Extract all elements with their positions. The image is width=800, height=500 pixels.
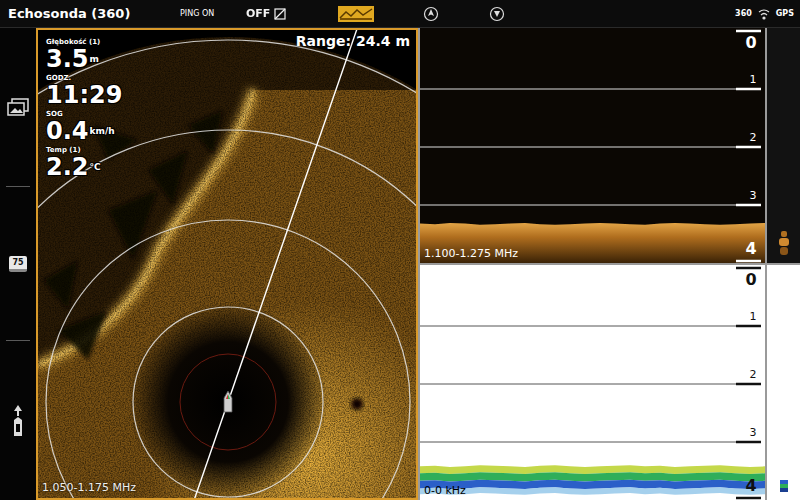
sidebar-divider: [6, 340, 30, 341]
readout-unit: km/h: [90, 126, 115, 136]
contrast-icon: [274, 8, 286, 20]
ping-status[interactable]: PING ON: [180, 9, 246, 18]
readout: Głębokość (1)3.5m: [46, 38, 122, 72]
echogram-column: 0 1 2 3 4 1.100-1.275 MHz 0 1 2 3 4 0-0 kHz: [418, 28, 800, 500]
sonar-icon: [757, 7, 771, 21]
echogram-panel: 0 1 2 3 4 0-0 kHz: [420, 265, 800, 500]
svg-text:0: 0: [745, 270, 756, 289]
svg-text:0: 0: [745, 33, 756, 52]
readout-label: SOG: [46, 110, 122, 118]
echogram-chart: 0 1 2 3 4 1.100-1.275 MHz: [420, 28, 765, 263]
boat-icon: [224, 391, 232, 412]
window-title: Echosonda (360): [8, 6, 180, 21]
frequency-label: 1.050-1.175 MHz: [42, 481, 136, 494]
readout: Temp (1)2.2°C: [46, 146, 122, 180]
svg-text:3: 3: [750, 189, 757, 202]
sidebar-divider: [6, 186, 30, 187]
readout-value: 2.2°C: [46, 154, 122, 180]
depth-tick: 1: [420, 73, 761, 89]
echogram-plot: 0 1 2 3 4 1.100-1.275 MHz: [420, 28, 765, 263]
depth-tick: 4: [736, 239, 761, 261]
readout-unit: m: [90, 54, 99, 64]
depth-tick: 3: [420, 426, 761, 442]
sonar-screen: Echosonda (360)PING ONOFF 360 GPS 75 Głęboko…: [0, 0, 800, 500]
readout-label: Głębokość (1): [46, 38, 122, 46]
sonar-360-panel: Głębokość (1)3.5mGODZ.11:29SOG0.4km/hTem…: [36, 28, 418, 500]
svg-text:3: 3: [750, 426, 757, 439]
signal-bar-icon: [778, 464, 790, 494]
boat-view-icon[interactable]: [10, 404, 26, 438]
sweep-line: [83, 30, 373, 498]
readout: GODZ.11:29: [46, 74, 122, 108]
range-label: Range: 24.4 m: [296, 33, 410, 49]
range-rings: [38, 40, 416, 498]
bottom-return: [420, 223, 765, 263]
sidebar-item[interactable]: 75: [0, 187, 36, 340]
bottom-return: [420, 465, 765, 495]
readouts: Głębokość (1)3.5mGODZ.11:29SOG0.4km/hTem…: [46, 38, 122, 180]
heading-icon[interactable]: [423, 6, 439, 22]
signal-strip: [767, 28, 800, 263]
signal-bar-icon: [778, 227, 790, 257]
svg-text:2: 2: [750, 131, 757, 144]
svg-text:4: 4: [745, 239, 756, 258]
status-gps: GPS: [776, 9, 794, 18]
sidebar-item[interactable]: [0, 341, 36, 500]
echogram-chart: 0 1 2 3 4 0-0 kHz: [420, 265, 765, 500]
toggle-button[interactable]: OFF: [246, 7, 314, 20]
readout-label: Temp (1): [46, 146, 122, 154]
readout-unit: °C: [90, 162, 101, 172]
readout-value: 0.4km/h: [46, 118, 122, 144]
depth-tick: 2: [420, 368, 761, 384]
readout-label: GODZ.: [46, 74, 122, 82]
chart-view-icon[interactable]: [338, 6, 374, 22]
status-360: 360: [735, 9, 752, 18]
top-bar: Echosonda (360)PING ONOFF 360 GPS: [0, 0, 800, 28]
readout-value: 3.5m: [46, 46, 122, 72]
waypoint-icon[interactable]: [489, 6, 505, 22]
svg-text:1: 1: [750, 73, 757, 86]
readout-value: 11:29: [46, 82, 122, 108]
depth-tick: 0: [736, 31, 761, 52]
echogram-plot: 0 1 2 3 4 0-0 kHz: [420, 265, 765, 500]
readout: SOG0.4km/h: [46, 110, 122, 144]
frequency-label: 1.100-1.275 MHz: [424, 247, 518, 260]
signal-strip: [767, 265, 800, 500]
frequency-label: 0-0 kHz: [424, 484, 466, 497]
status-icons: 360 GPS: [735, 7, 794, 21]
svg-text:4: 4: [745, 476, 756, 495]
depth-tick: 2: [420, 131, 761, 147]
depth-tick: 1: [420, 310, 761, 326]
echogram-panel: 0 1 2 3 4 1.100-1.275 MHz: [420, 28, 800, 263]
depth-tick: 4: [736, 476, 761, 498]
sidebar: 75: [0, 28, 36, 500]
depth-tick: 0: [736, 268, 761, 289]
svg-text:2: 2: [750, 368, 757, 381]
depth-tick: 3: [420, 189, 761, 205]
gallery-icon[interactable]: [7, 98, 29, 116]
svg-text:1: 1: [750, 310, 757, 323]
sidebar-item[interactable]: [0, 28, 36, 186]
zoom-level-button[interactable]: 75: [9, 256, 27, 272]
